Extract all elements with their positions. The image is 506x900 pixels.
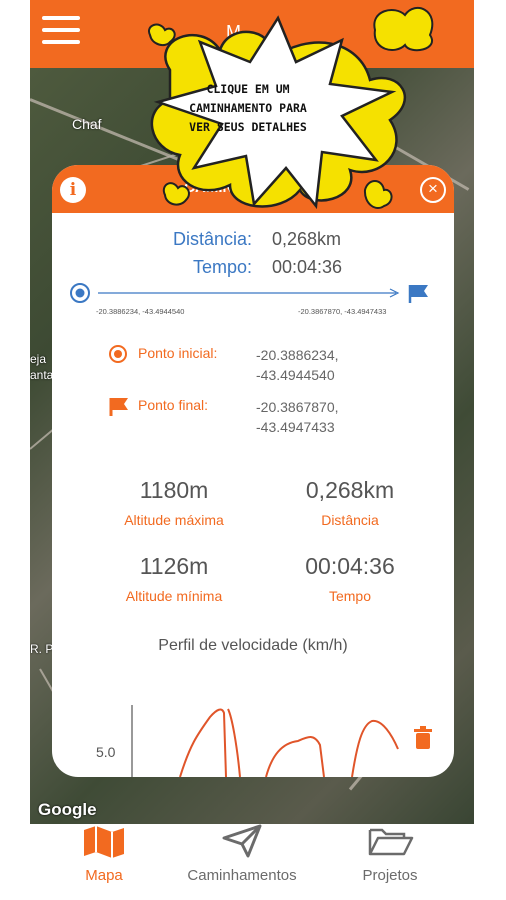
popup-message: CLIQUE EM UM CAMINHAMENTO PARA VER SEUS … [189, 82, 307, 134]
map-icon [84, 826, 124, 858]
bottom-navigation: Mapa Caminhamentos Projetos [0, 824, 506, 900]
end-lon: -43.4947433 [256, 419, 335, 435]
y-tick-label: 5.0 [96, 744, 116, 760]
speed-series-line [227, 708, 241, 777]
close-icon[interactable]: × [420, 177, 446, 203]
info-icon[interactable]: i [60, 177, 86, 203]
time-value: 00:04:36 [272, 257, 343, 277]
map-label: anta [30, 368, 54, 382]
stat-distance: 0,268km Distância [260, 477, 440, 528]
nav-label: Caminhamentos [187, 867, 297, 884]
nav-label: Projetos [362, 867, 418, 884]
start-point-label: Ponto inicial: [138, 345, 218, 361]
min-altitude-value: 1126m [139, 553, 209, 579]
start-coordinates: -20.3886234, -43.4944540 [96, 307, 185, 316]
trash-icon[interactable] [414, 726, 432, 749]
start-lon: -43.4944540 [256, 367, 335, 383]
right-margin [474, 0, 506, 820]
start-target-icon [109, 345, 127, 363]
start-lat: -20.3886234, [256, 347, 339, 363]
folder-open-icon [368, 828, 414, 856]
speed-series-line [351, 719, 399, 777]
google-attribution: Google [38, 800, 97, 819]
stat-min-altitude: 1126m Altitude mínima [84, 553, 264, 604]
menu-icon[interactable] [42, 16, 80, 50]
stat-time-label: Tempo [328, 588, 372, 604]
flag-icon [109, 398, 128, 416]
app-bar: M [30, 0, 474, 68]
map-label: Chaf [72, 116, 102, 132]
max-altitude-label: Altitude máxima [124, 512, 224, 528]
nav-item-projetos[interactable]: Projetos [352, 824, 428, 884]
route-detail-card: i CAMINHAMENTO 01 × Distância: 0,268km T… [52, 165, 454, 777]
distance-label: Distância: [172, 229, 252, 249]
speed-profile-title: Perfil de velocidade (km/h) [158, 637, 348, 654]
stat-max-altitude: 1180m Altitude máxima [84, 477, 264, 528]
speed-series-line [179, 708, 227, 777]
end-point-value: -20.3867870, -43.4947433 [256, 397, 339, 437]
stat-distance-label: Distância [321, 512, 379, 528]
app-screen: Chaf eja anta R. P Google M i CAMINHAMEN… [30, 0, 474, 900]
route-title: CAMINHAMENTO 01 [184, 179, 330, 196]
stat-time: 00:04:36 Tempo [260, 553, 440, 604]
left-margin [0, 0, 30, 820]
map-label: eja [30, 352, 47, 366]
start-point-value: -20.3886234, -43.4944540 [256, 345, 339, 385]
min-altitude-label: Altitude mínima [125, 588, 223, 604]
stat-distance-value: 0,268km [305, 477, 395, 503]
end-coordinates: -20.3867870, -43.4947433 [298, 307, 387, 316]
send-icon [222, 824, 262, 858]
nav-label: Mapa [85, 867, 123, 884]
max-altitude-value: 1180m [139, 477, 209, 503]
app-title: M [226, 22, 241, 42]
distance-value: 0,268km [272, 229, 342, 249]
map-label: R. P [30, 642, 54, 656]
nav-item-caminhamentos[interactable]: Caminhamentos [172, 824, 312, 884]
speed-profile-chart: 5.0 [96, 705, 432, 777]
nav-item-mapa[interactable]: Mapa [74, 824, 134, 884]
time-label: Tempo: [192, 257, 252, 277]
end-flag-icon [408, 285, 428, 303]
stat-time-value: 00:04:36 [305, 553, 395, 579]
end-lat: -20.3867870, [256, 399, 339, 415]
end-point-label: Ponto final: [138, 397, 209, 413]
card-header: i CAMINHAMENTO 01 × [52, 165, 454, 213]
speed-series-line [265, 736, 325, 777]
